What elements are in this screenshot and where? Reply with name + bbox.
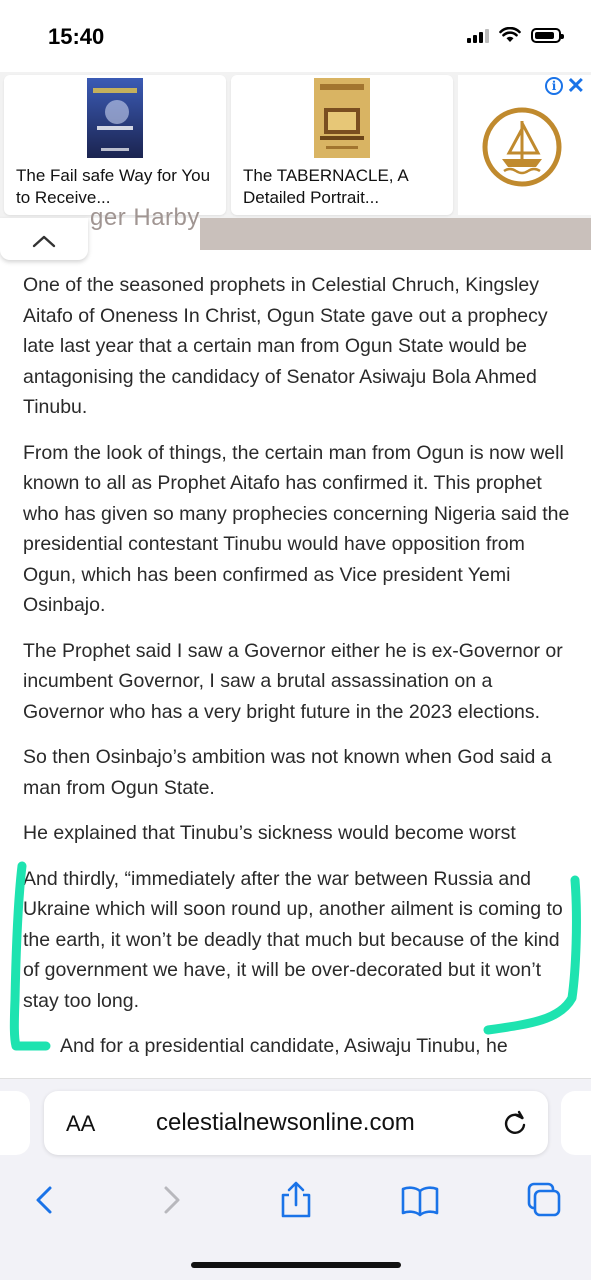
article-paragraph: And for a presidential candidate, Asiwaj… [60,1035,508,1057]
url-text[interactable]: celestialnewsonline.com [156,1109,415,1137]
article-paragraph: One of the seasoned prophets in Celestia… [23,274,548,418]
share-icon[interactable] [276,1180,316,1220]
bookmarks-icon[interactable] [400,1180,440,1220]
address-bar[interactable]: AA celestialnewsonline.com [44,1091,548,1155]
book-cover-image [87,78,143,158]
ad-info-icon[interactable]: i [545,77,563,95]
ship-logo-icon [482,107,562,187]
reload-icon[interactable] [502,1109,528,1137]
book-cover-image [314,78,370,158]
forward-icon[interactable] [152,1180,192,1220]
wifi-icon [499,27,521,42]
status-time: 15:40 [48,24,105,49]
byline-bar [200,218,591,250]
back-icon[interactable] [24,1180,64,1220]
chevron-up-icon [32,235,56,248]
previous-tab-peek[interactable] [0,1091,30,1155]
address-bar-area: AA celestialnewsonline.com [0,1078,591,1171]
ad-banner: The Fail safe Way for You to Receive... … [0,72,591,218]
status-icons [467,27,564,43]
ad-item[interactable]: The TABERNACLE, A Detailed Portrait... [231,75,453,215]
ad-title: The Fail safe Way for You to Receive... [16,166,211,207]
status-bar: 15:40 [0,0,591,72]
battery-icon [531,27,564,43]
article-paragraph: He explained that Tinubu’s sickness woul… [23,822,516,844]
next-tab-peek[interactable] [561,1091,591,1155]
article-body: One of the seasoned prophets in Celestia… [23,270,573,1077]
ad-close-icon[interactable]: ✕ [567,73,585,99]
byline-text: ger Harby [90,204,200,231]
article-paragraph: And thirdly, “immediately after the war … [23,867,563,1012]
article-paragraph: So then Osinbajo’s ambition was not know… [23,746,552,799]
ad-title: The TABERNACLE, A Detailed Portrait... [243,166,408,207]
collapse-ad-button[interactable] [0,218,88,260]
text-size-button[interactable]: AA [66,1111,95,1137]
article-paragraph: From the look of things, the certain man… [23,441,570,617]
article-paragraph: The Prophet said I saw a Governor either… [23,639,563,723]
cellular-signal-icon [467,27,489,43]
ad-item[interactable]: The Fail safe Way for You to Receive... [4,75,226,215]
tabs-icon[interactable] [524,1180,564,1220]
home-indicator[interactable] [191,1262,401,1268]
